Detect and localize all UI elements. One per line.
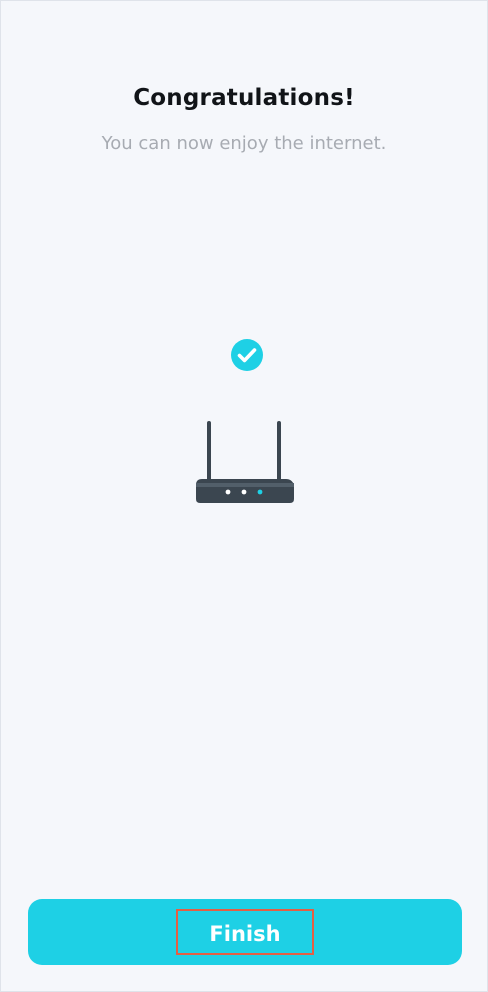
finish-button[interactable]: Finish xyxy=(28,899,462,965)
router-icon xyxy=(190,417,300,507)
page-title: Congratulations! xyxy=(133,85,355,111)
page-subtitle: You can now enjoy the internet. xyxy=(101,133,387,154)
finish-button-label: Finish xyxy=(176,909,314,955)
check-circle-icon xyxy=(231,339,263,371)
success-screen: Congratulations! You can now enjoy the i… xyxy=(0,0,488,992)
